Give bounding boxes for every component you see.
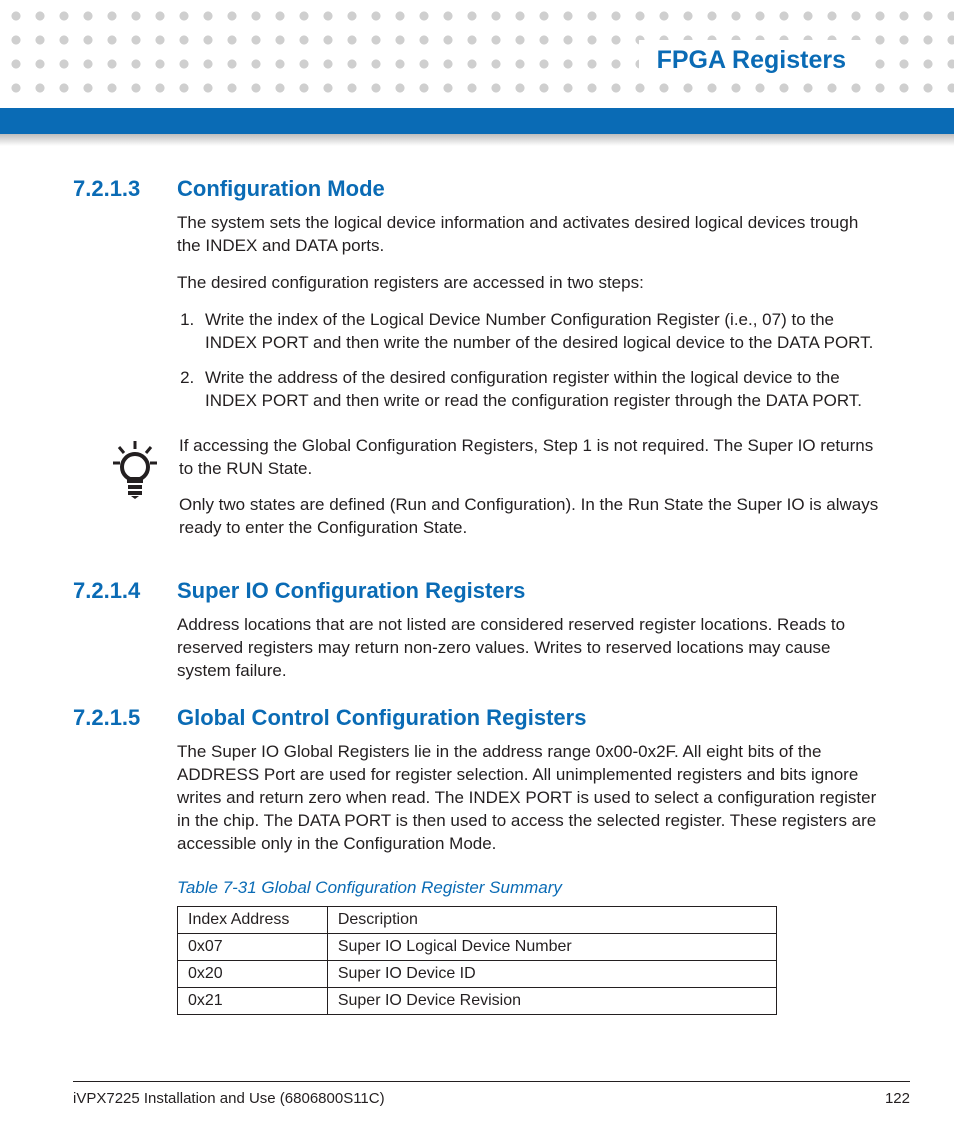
page-content: 7.2.1.3 Configuration Mode The system se… bbox=[73, 176, 883, 1015]
table-cell: 0x20 bbox=[178, 960, 328, 987]
list-item: Write the index of the Logical Device Nu… bbox=[199, 309, 883, 355]
note-paragraph: Only two states are defined (Run and Con… bbox=[179, 494, 883, 540]
section-number: 7.2.1.4 bbox=[73, 578, 177, 604]
table-cell: Super IO Device ID bbox=[327, 960, 776, 987]
table-header: Index Address bbox=[178, 906, 328, 933]
page-footer: iVPX7225 Installation and Use (6806800S1… bbox=[73, 1081, 910, 1107]
page-header-title: FPGA Registers bbox=[639, 40, 864, 81]
section-7-2-1-4: 7.2.1.4 Super IO Configuration Registers… bbox=[73, 578, 883, 683]
body-paragraph: The desired configuration registers are … bbox=[177, 272, 883, 295]
table-cell: 0x07 bbox=[178, 933, 328, 960]
body-paragraph: The system sets the logical device infor… bbox=[177, 212, 883, 258]
table-header-row: Index Address Description bbox=[178, 906, 777, 933]
list-item: Write the address of the desired configu… bbox=[199, 367, 883, 413]
table-caption: Table 7-31 Global Configuration Register… bbox=[177, 878, 883, 898]
footer-doc-title: iVPX7225 Installation and Use (6806800S1… bbox=[73, 1090, 385, 1107]
header-blue-bar bbox=[0, 108, 954, 134]
section-number: 7.2.1.3 bbox=[73, 176, 177, 202]
body-paragraph: The Super IO Global Registers lie in the… bbox=[177, 741, 883, 856]
table-row: 0x20 Super IO Device ID bbox=[178, 960, 777, 987]
table-cell: 0x21 bbox=[178, 987, 328, 1014]
header-shadow bbox=[0, 134, 954, 146]
note-paragraph: If accessing the Global Configuration Re… bbox=[179, 435, 883, 481]
section-number: 7.2.1.5 bbox=[73, 705, 177, 731]
footer-page-number: 122 bbox=[885, 1090, 910, 1107]
table-header: Description bbox=[327, 906, 776, 933]
table-cell: Super IO Logical Device Number bbox=[327, 933, 776, 960]
section-title: Super IO Configuration Registers bbox=[177, 578, 525, 604]
body-paragraph: Address locations that are not listed ar… bbox=[177, 614, 883, 683]
section-7-2-1-5: 7.2.1.5 Global Control Configuration Reg… bbox=[73, 705, 883, 856]
global-config-register-table: Index Address Description 0x07 Super IO … bbox=[177, 906, 777, 1015]
section-title: Configuration Mode bbox=[177, 176, 385, 202]
section-title: Global Control Configuration Registers bbox=[177, 705, 586, 731]
table-cell: Super IO Device Revision bbox=[327, 987, 776, 1014]
lightbulb-icon bbox=[109, 435, 161, 555]
table-row: 0x21 Super IO Device Revision bbox=[178, 987, 777, 1014]
tip-note: If accessing the Global Configuration Re… bbox=[73, 435, 883, 555]
table-row: 0x07 Super IO Logical Device Number bbox=[178, 933, 777, 960]
section-7-2-1-3: 7.2.1.3 Configuration Mode The system se… bbox=[73, 176, 883, 413]
